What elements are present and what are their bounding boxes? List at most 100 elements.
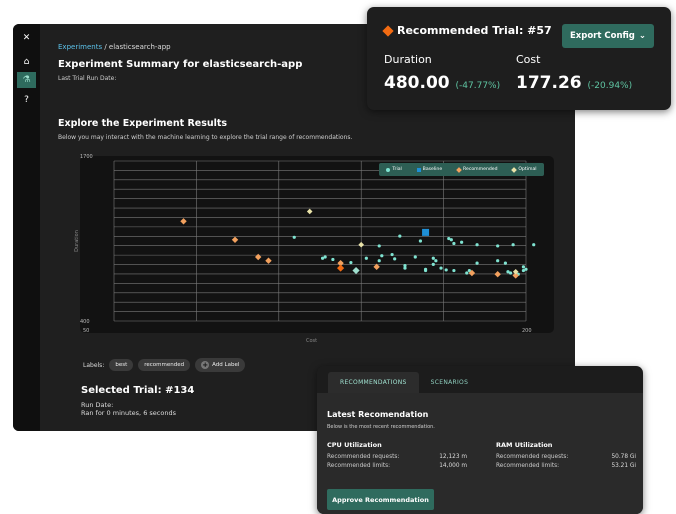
run-date-label: Run Date: xyxy=(81,401,114,409)
data-point-recommended[interactable] xyxy=(255,253,262,261)
data-point-recommended[interactable] xyxy=(494,271,501,278)
latest-recommendation-subtitle: Below is the most recent recommendation. xyxy=(327,424,435,430)
data-point-trial[interactable] xyxy=(323,255,327,259)
legend-baseline[interactable]: Baseline xyxy=(416,167,442,172)
y-tick-top: 1700 xyxy=(80,154,93,160)
cpu-requests-label: Recommended requests: xyxy=(327,454,400,460)
scatter-chart[interactable]: 1700 400 50 200 Cost Duration xyxy=(74,154,554,344)
cost-value: 177.26 (-20.94%) xyxy=(516,73,633,93)
ram-title: RAM Utilization xyxy=(496,441,553,449)
legend-recommended[interactable]: Recommended xyxy=(456,166,498,173)
chevron-down-icon: ⌄ xyxy=(638,31,647,41)
legend-optimal[interactable]: Optimal xyxy=(511,166,537,173)
data-point-trial[interactable] xyxy=(452,241,456,246)
data-point-trial[interactable] xyxy=(521,265,526,269)
ran-for-text: Ran for 0 minutes, 6 seconds xyxy=(81,409,176,417)
label-pill-best[interactable]: best xyxy=(109,359,134,371)
data-point-trial[interactable] xyxy=(511,243,515,247)
data-point-trial[interactable] xyxy=(452,268,456,273)
last-run-label: Last Trial Run Date: xyxy=(58,75,117,82)
data-point-trial[interactable] xyxy=(431,262,435,266)
x-tick-left: 50 xyxy=(83,328,90,334)
ram-limits-value: 53.21 Gi xyxy=(611,463,636,469)
labels-label: Labels: xyxy=(83,361,105,369)
data-point-trial[interactable] xyxy=(418,239,423,243)
data-point-selected-recommended[interactable] xyxy=(337,264,345,272)
explore-title: Explore the Experiment Results xyxy=(58,118,228,129)
data-point-recommended[interactable] xyxy=(180,218,187,225)
data-point-trial[interactable] xyxy=(460,240,464,244)
data-point-trial[interactable] xyxy=(292,235,296,239)
tab-recommendations[interactable]: RECOMMENDATIONS xyxy=(328,372,419,393)
data-point-selected-optimal[interactable] xyxy=(352,266,360,275)
data-point-trial[interactable] xyxy=(434,259,438,263)
scatter-svg xyxy=(113,160,536,322)
cpu-utilization: CPU Utilization Recommended requests: 12,… xyxy=(327,441,467,471)
data-point-trial[interactable] xyxy=(364,256,368,260)
data-point-recommended[interactable] xyxy=(265,257,272,264)
data-point-trial[interactable] xyxy=(475,243,479,247)
x-tick-right: 200 xyxy=(522,328,532,334)
y-axis-label: Duration xyxy=(73,230,80,252)
cpu-limits-label: Recommended limits: xyxy=(327,463,391,469)
legend-trial[interactable]: Trial xyxy=(386,167,402,172)
label-pill-recommended[interactable]: recommended xyxy=(138,359,191,371)
breadcrumb-experiments-link[interactable]: Experiments xyxy=(58,43,102,51)
approve-recommendation-button[interactable]: Approve Recommendation xyxy=(327,489,434,510)
data-point-trial[interactable] xyxy=(398,234,402,238)
data-point-trial[interactable] xyxy=(331,257,335,262)
cpu-limits-value: 14,000 m xyxy=(439,463,467,469)
experiment-icon[interactable]: ⚗ xyxy=(17,72,36,88)
ram-limits-label: Recommended limits: xyxy=(496,463,560,469)
cpu-title: CPU Utilization xyxy=(327,441,382,449)
recommendation-panel: RECOMMENDATIONS SCENARIOS Latest Recomen… xyxy=(317,366,643,514)
data-point-trial[interactable] xyxy=(496,259,500,263)
help-icon[interactable]: ? xyxy=(17,92,36,108)
data-point-baseline[interactable] xyxy=(422,228,430,236)
tab-scenarios[interactable]: SCENARIOS xyxy=(419,372,481,393)
data-point-trial[interactable] xyxy=(390,252,394,257)
breadcrumb-current: elasticsearch-app xyxy=(108,43,171,51)
data-point-trial[interactable] xyxy=(377,259,381,263)
recommendation-body: Latest Recomendation Below is the most r… xyxy=(317,393,643,514)
data-point-trial[interactable] xyxy=(449,238,453,242)
ram-requests-value: 50.78 Gi xyxy=(611,454,636,460)
data-point-trial[interactable] xyxy=(377,244,381,248)
data-point-trial[interactable] xyxy=(403,266,407,270)
data-point-trial[interactable] xyxy=(423,268,428,273)
recommended-trial-card: Recommended Trial: #57 Export Config ⌄ Du… xyxy=(367,7,671,110)
data-point-trial[interactable] xyxy=(475,261,479,265)
logo-icon[interactable]: ✕ xyxy=(17,30,36,46)
y-tick-bottom: 400 xyxy=(80,319,90,325)
export-config-button[interactable]: Export Config ⌄ xyxy=(562,24,654,48)
data-point-trial[interactable] xyxy=(439,266,443,270)
data-point-trial[interactable] xyxy=(380,254,384,258)
selected-trial-details: Run Date: Ran for 0 minutes, 6 seconds xyxy=(81,401,176,417)
recommendation-tabs: RECOMMENDATIONS SCENARIOS xyxy=(317,366,643,393)
cost-label: Cost xyxy=(516,53,541,66)
duration-label: Duration xyxy=(384,53,432,66)
breadcrumb-separator: / xyxy=(104,43,107,51)
data-point-trial[interactable] xyxy=(496,244,500,248)
add-label-button[interactable]: + Add Label xyxy=(195,358,246,372)
selected-trial-title: Selected Trial: #134 xyxy=(81,385,195,396)
data-point-trial[interactable] xyxy=(508,271,513,275)
side-rail: ✕ ⌂ ⚗ ? xyxy=(13,24,40,431)
data-point-trial[interactable] xyxy=(444,268,448,272)
data-point-trial[interactable] xyxy=(465,271,469,275)
home-icon[interactable]: ⌂ xyxy=(17,54,36,70)
data-point-trial[interactable] xyxy=(524,267,528,271)
chart-legend: Trial Baseline Recommended Optimal xyxy=(379,163,544,176)
data-point-trial[interactable] xyxy=(431,256,435,260)
plus-icon: + xyxy=(201,361,210,369)
data-point-optimal[interactable] xyxy=(358,241,364,248)
data-point-trial[interactable] xyxy=(393,257,397,261)
data-point-trial[interactable] xyxy=(413,255,417,259)
data-point-optimal[interactable] xyxy=(306,208,313,215)
data-point-trial[interactable] xyxy=(349,260,353,265)
data-point-recommended[interactable] xyxy=(231,236,239,243)
explore-description: Below you may interact with the machine … xyxy=(58,134,353,141)
data-point-trial[interactable] xyxy=(503,261,507,265)
duration-value: 480.00 (-47.77%) xyxy=(384,73,501,93)
data-point-trial[interactable] xyxy=(532,243,536,247)
